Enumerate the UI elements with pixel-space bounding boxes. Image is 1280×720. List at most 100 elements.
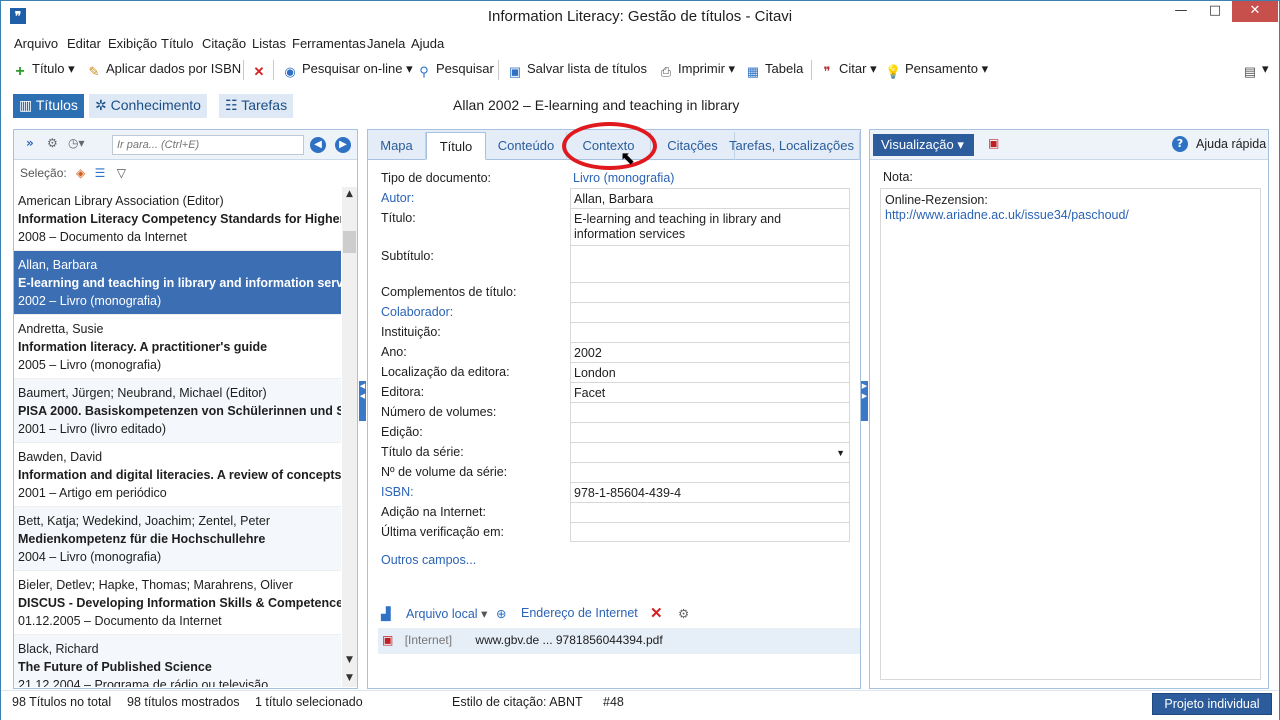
scroll-down-icon[interactable]: ▼ bbox=[342, 671, 357, 686]
author-field[interactable]: Allan, Barbara bbox=[570, 188, 850, 208]
collaborator-field[interactable] bbox=[570, 302, 850, 322]
series-volume-field[interactable] bbox=[570, 462, 850, 482]
collaborator-label[interactable]: Colaborador: bbox=[381, 305, 453, 319]
list-item[interactable]: Andretta, Susie Information literacy. A p… bbox=[14, 315, 341, 379]
item-meta: 2005 – Livro (monografia) bbox=[18, 358, 162, 372]
volumes-field[interactable] bbox=[570, 402, 850, 422]
more-fields-link[interactable]: Outros campos... bbox=[381, 553, 476, 567]
chevron-down-icon[interactable]: ▼ bbox=[836, 446, 845, 461]
list-item[interactable]: American Library Association (Editor) Inf… bbox=[14, 187, 341, 251]
list-item[interactable]: Baumert, Jürgen; Neubrand, Michael (Edit… bbox=[14, 379, 341, 443]
titles-toolbar: » ⚙ ◷▾ ◀ ▶ bbox=[14, 130, 357, 160]
visualization-dropdown[interactable]: Visualização ▾ bbox=[873, 134, 974, 156]
publisher-location-field[interactable]: London bbox=[570, 362, 850, 382]
note-url-link[interactable]: http://www.ariadne.ac.uk/issue34/paschou… bbox=[885, 208, 1256, 223]
publisher-field[interactable]: Facet bbox=[570, 382, 850, 402]
filter-icon[interactable]: ▽ bbox=[117, 166, 126, 180]
tab-citacoes[interactable]: Citações bbox=[651, 132, 735, 160]
scroll-thumb[interactable] bbox=[343, 231, 356, 253]
list-item[interactable]: Bett, Katja; Wedekind, Joachim; Zentel, … bbox=[14, 507, 341, 571]
scroll-down-small-icon[interactable]: ▼ bbox=[342, 653, 357, 668]
gear-icon[interactable]: ⚙ bbox=[678, 606, 689, 621]
save-list-button[interactable]: ▣ Salvar lista de títulos bbox=[507, 61, 647, 80]
doc-type-link[interactable]: Livro (monografia) bbox=[573, 171, 674, 185]
selection-tool-icon[interactable]: ◈ bbox=[76, 166, 85, 180]
internet-added-field[interactable] bbox=[570, 502, 850, 522]
minimize-button[interactable]: — bbox=[1165, 1, 1197, 22]
series-field[interactable]: ▼ bbox=[570, 442, 850, 462]
left-splitter[interactable]: ◀ ◀ bbox=[359, 381, 366, 421]
title-field[interactable]: E-learning and teaching in library and i… bbox=[570, 208, 850, 245]
institution-label: Instituição: bbox=[381, 325, 441, 339]
pdf-icon[interactable]: ▣ bbox=[988, 136, 999, 150]
quick-help-button[interactable]: Ajuda rápida bbox=[1196, 137, 1266, 151]
previous-arrow-icon[interactable]: ◀ bbox=[310, 137, 326, 153]
scroll-up-icon[interactable]: ▲ bbox=[342, 187, 357, 202]
expand-icon[interactable]: » bbox=[26, 136, 34, 150]
note-text: Online-Rezension: bbox=[885, 193, 988, 207]
menu-arquivo[interactable]: Arquivo bbox=[14, 36, 58, 51]
last-checked-label: Última verificação em: bbox=[381, 525, 504, 539]
item-author: American Library Association (Editor) bbox=[18, 194, 224, 208]
tab-conteudo[interactable]: Conteúdo bbox=[486, 132, 567, 160]
menu-ajuda[interactable]: Ajuda bbox=[411, 36, 444, 51]
year-field[interactable]: 2002 bbox=[570, 342, 850, 362]
history-icon[interactable]: ◷▾ bbox=[68, 136, 85, 150]
goto-search-input[interactable] bbox=[112, 135, 304, 155]
pdf-icon: ▣ bbox=[382, 633, 394, 647]
gear-icon[interactable]: ⚙ bbox=[47, 136, 58, 150]
selection-list-icon[interactable]: ☰ bbox=[95, 166, 106, 180]
list-item[interactable]: Black, Richard The Future of Published Sc… bbox=[14, 635, 341, 687]
table-button[interactable]: ▦ Tabela bbox=[745, 61, 803, 80]
tab-tarefas[interactable]: Tarefas, Localizações bbox=[724, 132, 860, 160]
menu-citacao[interactable]: Citação bbox=[202, 36, 246, 51]
thought-button[interactable]: 💡 Pensamento ▾ bbox=[885, 61, 988, 80]
nav-conhecimento[interactable]: ✲ Conhecimento bbox=[89, 94, 207, 118]
last-checked-field[interactable] bbox=[570, 522, 850, 542]
delete-x-icon[interactable]: ✕ bbox=[650, 604, 663, 622]
attachment-row[interactable]: ▣ [Internet] www.gbv.de ... 978185604439… bbox=[378, 628, 860, 654]
menu-ferramentas[interactable]: Ferramentas bbox=[292, 36, 366, 51]
menu-titulo[interactable]: Título bbox=[161, 36, 194, 51]
menu-janela[interactable]: Janela bbox=[367, 36, 405, 51]
title-supplement-field[interactable] bbox=[570, 282, 850, 302]
isbn-button[interactable]: ✎ Aplicar dados por ISBN bbox=[86, 61, 242, 80]
next-arrow-icon[interactable]: ▶ bbox=[335, 137, 351, 153]
close-button[interactable]: ✕ bbox=[1232, 1, 1278, 22]
note-box[interactable]: Online-Rezension: http://www.ariadne.ac.… bbox=[880, 188, 1261, 680]
tab-mapa[interactable]: Mapa bbox=[368, 132, 426, 160]
menu-exibicao[interactable]: Exibição bbox=[108, 36, 157, 51]
help-icon[interactable]: ? bbox=[1172, 136, 1188, 152]
right-splitter[interactable]: ▶ ▶ bbox=[861, 381, 868, 421]
institution-field[interactable] bbox=[570, 322, 850, 342]
list-item[interactable]: Bieler, Detlev; Hapke, Thomas; Marahrens… bbox=[14, 571, 341, 635]
cite-button[interactable]: ❞ Citar ▾ bbox=[819, 61, 877, 80]
menu-listas[interactable]: Listas bbox=[252, 36, 286, 51]
isbn-field[interactable]: 978-1-85604-439-4 bbox=[570, 482, 850, 502]
edition-field[interactable] bbox=[570, 422, 850, 442]
project-badge[interactable]: Projeto individual bbox=[1152, 693, 1272, 715]
menu-editar[interactable]: Editar bbox=[67, 36, 101, 51]
form-row: Título: E-learning and teaching in librar… bbox=[368, 208, 860, 245]
layout-button[interactable]: ▤ ▾ bbox=[1242, 61, 1269, 80]
internet-address-button[interactable]: Endereço de Internet bbox=[521, 606, 638, 620]
printer-icon: ⎙ bbox=[660, 64, 672, 79]
tab-titulo[interactable]: Título bbox=[426, 132, 486, 160]
author-label[interactable]: Autor: bbox=[381, 191, 414, 205]
search-online-button[interactable]: ◉ Pesquisar on-line ▾ bbox=[282, 61, 412, 80]
nav-tarefas[interactable]: ☷ Tarefas bbox=[219, 94, 294, 118]
maximize-button[interactable]: □ bbox=[1199, 1, 1231, 22]
isbn-label[interactable]: ISBN: bbox=[381, 485, 414, 499]
subtitle-field[interactable] bbox=[570, 245, 850, 282]
delete-button[interactable]: ✕ bbox=[251, 61, 271, 80]
add-title-label: Título bbox=[32, 61, 65, 76]
list-item[interactable]: Bawden, David Information and digital lit… bbox=[14, 443, 341, 507]
list-scrollbar[interactable]: ▲ ▼ ▼ bbox=[342, 187, 357, 687]
search-button[interactable]: ⚲ Pesquisar bbox=[416, 61, 494, 80]
local-file-button[interactable]: Arquivo local ▾ bbox=[406, 606, 487, 621]
add-title-button[interactable]: + Título ▾ bbox=[12, 61, 74, 80]
print-button[interactable]: ⎙ Imprimir ▾ bbox=[658, 61, 735, 80]
nav-titulos[interactable]: ▥ Títulos bbox=[13, 94, 84, 118]
list-item-selected[interactable]: Allan, Barbara E-learning and teaching in… bbox=[14, 251, 341, 315]
thought-label: Pensamento bbox=[905, 61, 978, 76]
